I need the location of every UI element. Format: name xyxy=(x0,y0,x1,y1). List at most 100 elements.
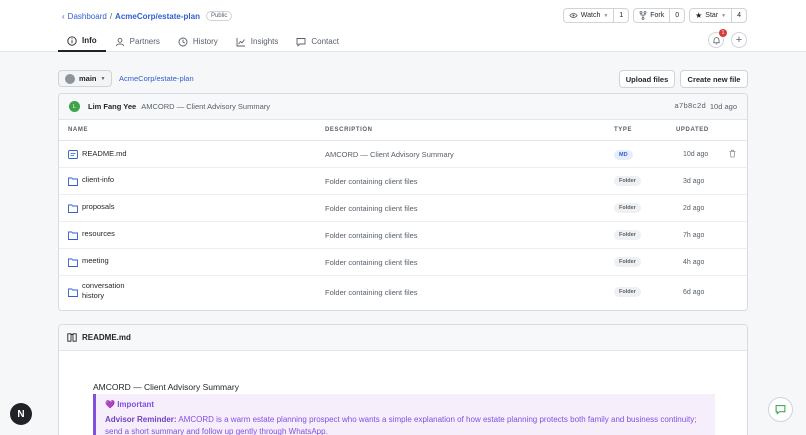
book-icon xyxy=(67,333,77,342)
plus-icon: + xyxy=(735,34,743,46)
chat-launcher-button[interactable] xyxy=(768,397,793,422)
readme-header: README.md xyxy=(59,325,747,351)
star-count: 4 xyxy=(731,9,746,22)
breadcrumb-dashboard-link[interactable]: Dashboard xyxy=(68,12,107,21)
file-icon xyxy=(68,150,78,159)
important-callout: 💜 Important Advisor Reminder: AMCORD is … xyxy=(93,394,715,435)
breadcrumb-separator: / xyxy=(109,11,113,21)
avatar[interactable]: L xyxy=(69,101,80,112)
assistant-launcher-button[interactable]: N xyxy=(10,403,32,425)
type-badge: MD xyxy=(614,150,633,160)
folder-icon xyxy=(68,288,78,297)
bell-icon xyxy=(712,36,720,44)
chevron-down-icon: ▼ xyxy=(603,12,609,19)
repo-tabs: Info Partners History Insights Contact xyxy=(58,31,348,52)
create-new-file-button[interactable]: Create new file xyxy=(680,70,748,88)
table-row[interactable]: README.md AMCORD — Client Advisory Summa… xyxy=(59,141,747,168)
folder-icon xyxy=(68,258,78,267)
callout-title: Important xyxy=(117,400,155,409)
tab-label: Contact xyxy=(311,37,339,46)
trash-icon[interactable] xyxy=(728,149,737,158)
updated-time: 10d ago xyxy=(683,151,709,158)
branch-name: main xyxy=(79,74,97,83)
column-header-updated: UPDATED xyxy=(676,127,709,133)
branch-icon xyxy=(65,73,75,84)
upload-files-button[interactable]: Upload files xyxy=(619,70,675,88)
tab-info[interactable]: Info xyxy=(58,31,106,52)
folder-name-line-2: history xyxy=(82,291,105,300)
repo-path-link[interactable]: AcmeCorp/estate-plan xyxy=(119,74,194,83)
info-icon xyxy=(67,35,77,46)
tab-partners[interactable]: Partners xyxy=(106,31,169,52)
table-header: NAME DESCRIPTION TYPE UPDATED xyxy=(59,120,747,141)
visibility-badge: Public xyxy=(205,11,233,21)
tab-insights[interactable]: Insights xyxy=(227,31,288,52)
folder-description: Folder containing client files xyxy=(325,231,418,240)
folder-description: Folder containing client files xyxy=(325,177,418,186)
commit-time: 10d ago xyxy=(709,102,737,111)
eye-icon xyxy=(569,13,578,18)
back-chevron-icon[interactable]: ‹ xyxy=(62,12,65,21)
fork-button[interactable]: Fork 0 xyxy=(633,8,686,23)
tab-label: Partners xyxy=(129,37,160,46)
chevron-down-icon: ▼ xyxy=(100,75,106,82)
tab-contact[interactable]: Contact xyxy=(287,31,348,52)
updated-time: 4h ago xyxy=(683,259,705,266)
chat-icon xyxy=(775,405,786,415)
fork-count: 0 xyxy=(669,9,684,22)
updated-time: 7h ago xyxy=(683,232,705,239)
column-header-name: NAME xyxy=(68,127,89,133)
file-browser: L Lim Fang Yee AMCORD — Client Advisory … xyxy=(58,93,748,311)
updated-time: 2d ago xyxy=(683,205,705,212)
n-logo-icon: N xyxy=(17,408,25,420)
heart-icon: 💜 xyxy=(105,400,115,409)
folder-description: Folder containing client files xyxy=(325,258,418,267)
table-row[interactable]: conversation history Folder containing c… xyxy=(59,276,747,307)
folder-name[interactable]: proposals xyxy=(82,202,115,212)
tab-history[interactable]: History xyxy=(169,31,227,52)
folder-name[interactable]: client-info xyxy=(82,175,114,185)
column-header-description: DESCRIPTION xyxy=(325,127,373,133)
commit-author[interactable]: Lim Fang Yee xyxy=(88,102,136,111)
folder-description: Folder containing client files xyxy=(325,204,418,213)
chat-icon xyxy=(296,37,306,47)
folder-icon xyxy=(68,204,78,213)
folder-description: Folder containing client files xyxy=(325,288,418,297)
star-button[interactable]: ★ Star ▼ 4 xyxy=(689,8,747,23)
table-row[interactable]: client-info Folder containing client fil… xyxy=(59,168,747,195)
table-row[interactable]: resources Folder containing client files… xyxy=(59,222,747,249)
user-icon xyxy=(115,37,124,46)
add-button[interactable]: + xyxy=(731,32,747,48)
branch-selector[interactable]: main ▼ xyxy=(58,70,113,87)
commit-message[interactable]: AMCORD — Client Advisory Summary xyxy=(141,102,270,111)
type-badge: Folder xyxy=(614,176,641,186)
fork-label: Fork xyxy=(650,12,665,19)
repo-action-buttons: Watch ▼ 1 Fork 0 ★ Star ▼ 4 xyxy=(562,8,747,23)
star-label: Star xyxy=(705,12,719,19)
watch-button[interactable]: Watch ▼ 1 xyxy=(562,8,630,23)
folder-icon xyxy=(68,177,78,186)
table-row[interactable]: proposals Folder containing client files… xyxy=(59,195,747,222)
watch-count: 1 xyxy=(613,9,628,22)
watch-label: Watch xyxy=(580,12,601,19)
callout-lead: Advisor Reminder: xyxy=(105,415,177,424)
callout-body: Advisor Reminder: AMCORD is a warm estat… xyxy=(105,414,706,435)
callout-heading: 💜 Important xyxy=(105,400,706,409)
table-row[interactable]: meeting Folder containing client files F… xyxy=(59,249,747,276)
folder-name[interactable]: conversation history xyxy=(82,281,125,301)
file-name[interactable]: README.md xyxy=(82,149,127,159)
chart-icon xyxy=(236,37,245,46)
file-description: AMCORD — Client Advisory Summary xyxy=(325,150,454,159)
readme-heading: AMCORD — Client Advisory Summary xyxy=(93,382,239,392)
breadcrumb: ‹ Dashboard / AcmeCorp/estate-plan Publi… xyxy=(62,9,233,23)
type-badge: Folder xyxy=(614,257,641,267)
repo-name-link[interactable]: AcmeCorp/estate-plan xyxy=(115,12,200,21)
top-bar: ‹ Dashboard / AcmeCorp/estate-plan Publi… xyxy=(0,0,806,52)
commit-sha[interactable]: a7b8c2d xyxy=(674,103,706,111)
folder-name[interactable]: resources xyxy=(82,229,115,239)
updated-time: 6d ago xyxy=(683,289,705,296)
type-badge: Folder xyxy=(614,203,641,213)
updated-time: 3d ago xyxy=(683,178,705,185)
folder-name[interactable]: meeting xyxy=(82,256,109,266)
folder-name-line-1: conversation xyxy=(82,281,125,290)
